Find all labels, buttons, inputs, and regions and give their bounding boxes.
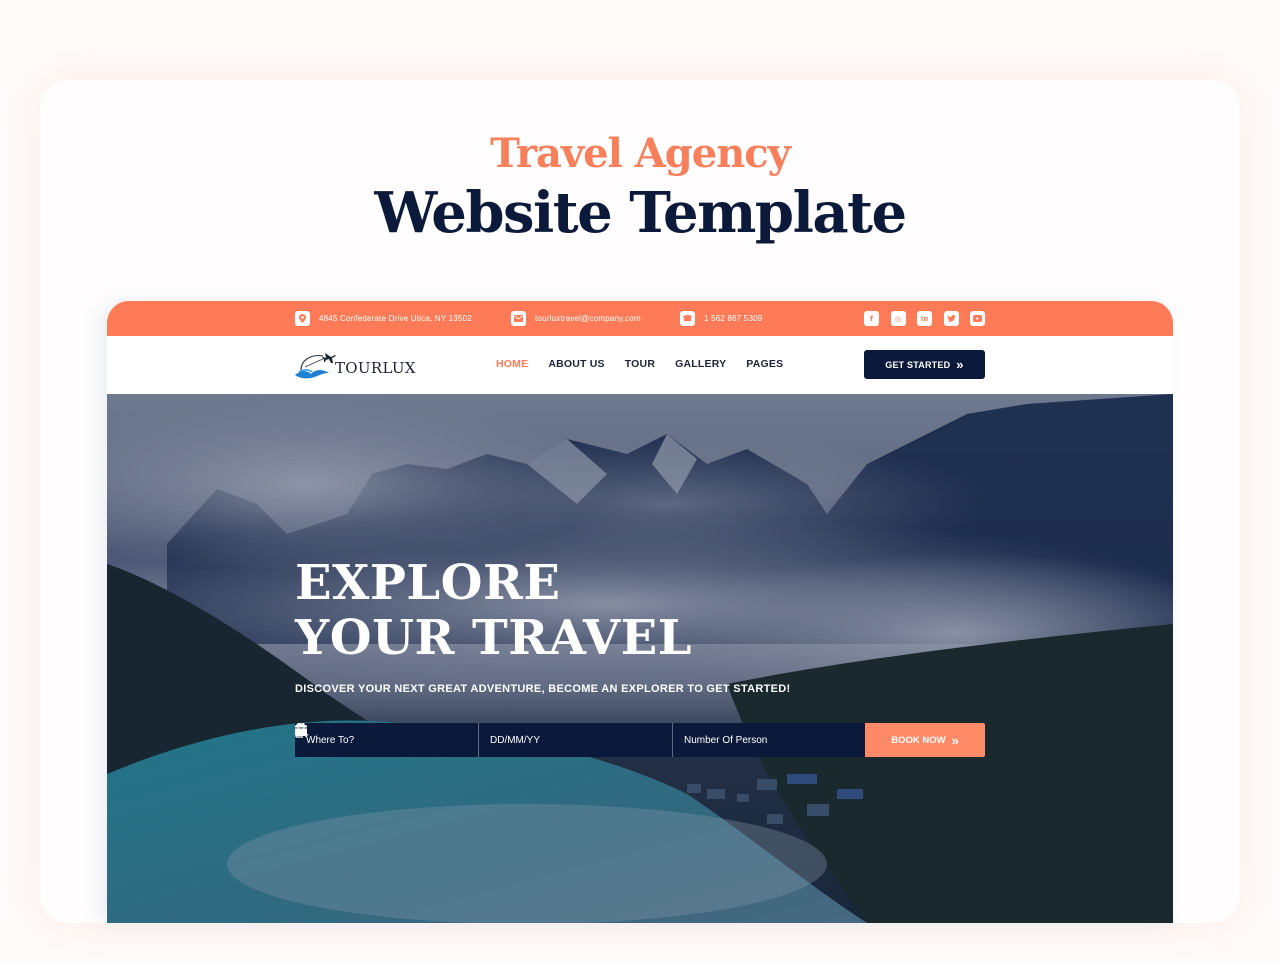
book-now-button[interactable]: BOOK NOW » bbox=[865, 723, 985, 757]
destination-input[interactable] bbox=[306, 734, 436, 746]
hero-title-line-2: YOUR TRAVEL bbox=[295, 610, 692, 666]
double-chevron-right-icon: » bbox=[951, 732, 959, 748]
date-input[interactable] bbox=[490, 734, 620, 746]
topbar-email[interactable]: tourluxtravel@company.com bbox=[511, 311, 641, 326]
phone-link[interactable]: 1 562 867 5309 bbox=[704, 314, 762, 323]
linkedin-icon[interactable]: in bbox=[917, 311, 932, 326]
hero-section: EXPLORE YOUR TRAVEL DISCOVER YOUR NEXT G… bbox=[107, 394, 1173, 923]
nav-menu: HOME ABOUT US TOUR GALLERY PAGES bbox=[496, 358, 783, 370]
persons-field[interactable] bbox=[295, 723, 865, 757]
main-navbar: TOURLUX HOME ABOUT US TOUR GALLERY PAGES… bbox=[107, 336, 1173, 394]
nav-item-pages[interactable]: PAGES bbox=[746, 358, 783, 370]
topbar-phone[interactable]: ☎ 1 562 867 5309 bbox=[680, 311, 762, 326]
hero-title: EXPLORE YOUR TRAVEL bbox=[295, 556, 692, 666]
social-links: f ◎ in bbox=[864, 311, 985, 326]
book-now-label: BOOK NOW bbox=[891, 734, 946, 746]
logo-text: TOURLUX bbox=[335, 359, 416, 377]
destination-field[interactable] bbox=[295, 723, 478, 757]
get-started-label: GET STARTED bbox=[885, 359, 951, 370]
instagram-icon[interactable]: ◎ bbox=[890, 311, 906, 326]
hero-title-line-1: EXPLORE bbox=[295, 555, 561, 611]
nav-item-gallery[interactable]: GALLERY bbox=[675, 358, 726, 370]
add-user-icon bbox=[295, 723, 309, 738]
headline-subtitle: Travel Agency bbox=[490, 130, 791, 177]
phone-icon: ☎ bbox=[680, 311, 695, 326]
website-preview: 4845 Confederate Drive Utica, NY 13502 t… bbox=[107, 301, 1173, 923]
contact-topbar: 4845 Confederate Drive Utica, NY 13502 t… bbox=[107, 301, 1173, 336]
facebook-icon[interactable]: f bbox=[864, 311, 879, 326]
email-link[interactable]: tourluxtravel@company.com bbox=[535, 314, 641, 323]
booking-search-bar: BOOK NOW » bbox=[295, 723, 985, 757]
twitter-icon[interactable] bbox=[943, 311, 959, 326]
map-pin-icon bbox=[295, 311, 310, 326]
hero-subtitle: DISCOVER YOUR NEXT GREAT ADVENTURE, BECO… bbox=[295, 683, 791, 695]
get-started-button[interactable]: GET STARTED » bbox=[864, 350, 985, 379]
date-field[interactable] bbox=[295, 723, 672, 757]
address-text: 4845 Confederate Drive Utica, NY 13502 bbox=[319, 314, 472, 323]
site-logo[interactable]: TOURLUX bbox=[295, 350, 416, 380]
nav-item-about-us[interactable]: ABOUT US bbox=[548, 358, 604, 370]
youtube-icon[interactable] bbox=[970, 311, 985, 326]
headline-title: Website Template bbox=[374, 180, 907, 246]
persons-input[interactable] bbox=[684, 734, 814, 746]
nav-item-home[interactable]: HOME bbox=[496, 358, 528, 370]
topbar-address: 4845 Confederate Drive Utica, NY 13502 bbox=[295, 311, 472, 326]
double-chevron-right-icon: » bbox=[956, 357, 964, 372]
envelope-icon bbox=[511, 311, 526, 326]
nav-item-tour[interactable]: TOUR bbox=[625, 358, 655, 370]
showcase-headline: Travel Agency Website Template bbox=[0, 130, 1280, 246]
plane-wave-logo-icon bbox=[295, 353, 336, 379]
